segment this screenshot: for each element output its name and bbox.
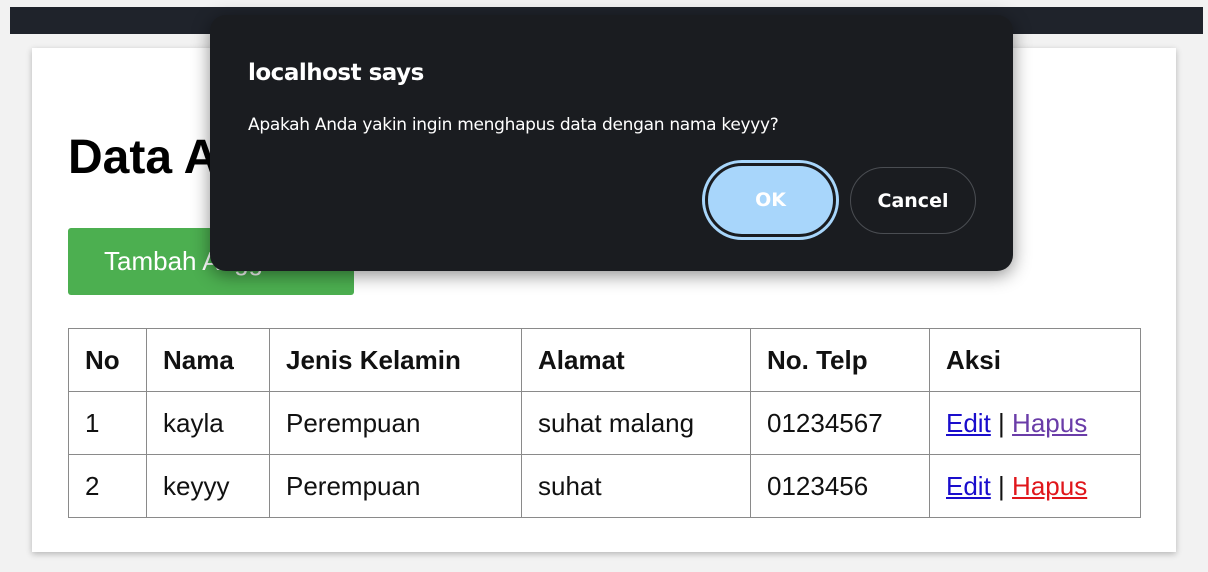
header-no-telp: No. Telp	[750, 328, 930, 392]
header-nama: Nama	[146, 328, 270, 392]
delete-link[interactable]: Hapus	[1012, 408, 1087, 438]
action-separator: |	[998, 407, 1005, 438]
cell-alamat: suhat malang	[521, 391, 751, 455]
action-separator: |	[998, 470, 1005, 501]
delete-link[interactable]: Hapus	[1012, 471, 1087, 501]
header-no: No	[68, 328, 147, 392]
cell-no-telp: 0123456	[750, 454, 930, 518]
edit-link[interactable]: Edit	[946, 471, 991, 501]
cell-alamat: suhat	[521, 454, 751, 518]
header-alamat: Alamat	[521, 328, 751, 392]
cell-no: 2	[68, 454, 147, 518]
dialog-title: localhost says	[248, 60, 424, 86]
cell-no: 1	[68, 391, 147, 455]
edit-link[interactable]: Edit	[946, 408, 991, 438]
confirm-dialog: localhost says Apakah Anda yakin ingin m…	[210, 15, 1013, 271]
cell-nama: kayla	[146, 391, 270, 455]
cell-jenis-kelamin: Perempuan	[269, 391, 522, 455]
ok-button[interactable]: OK	[705, 163, 836, 237]
header-aksi: Aksi	[929, 328, 1141, 392]
cell-jenis-kelamin: Perempuan	[269, 454, 522, 518]
table-header-row: No Nama Jenis Kelamin Alamat No. Telp Ak…	[68, 328, 1141, 392]
cell-nama: keyyy	[146, 454, 270, 518]
cancel-button[interactable]: Cancel	[850, 167, 976, 234]
cell-aksi: Edit | Hapus	[929, 391, 1141, 455]
table-row: 1 kayla Perempuan suhat malang 01234567 …	[68, 391, 1141, 455]
dialog-message: Apakah Anda yakin ingin menghapus data d…	[248, 115, 779, 135]
cell-aksi: Edit | Hapus	[929, 454, 1141, 518]
table-row: 2 keyyy Perempuan suhat 0123456 Edit | H…	[68, 454, 1141, 518]
header-jenis-kelamin: Jenis Kelamin	[269, 328, 522, 392]
cell-no-telp: 01234567	[750, 391, 930, 455]
members-table: No Nama Jenis Kelamin Alamat No. Telp Ak…	[68, 328, 1141, 518]
